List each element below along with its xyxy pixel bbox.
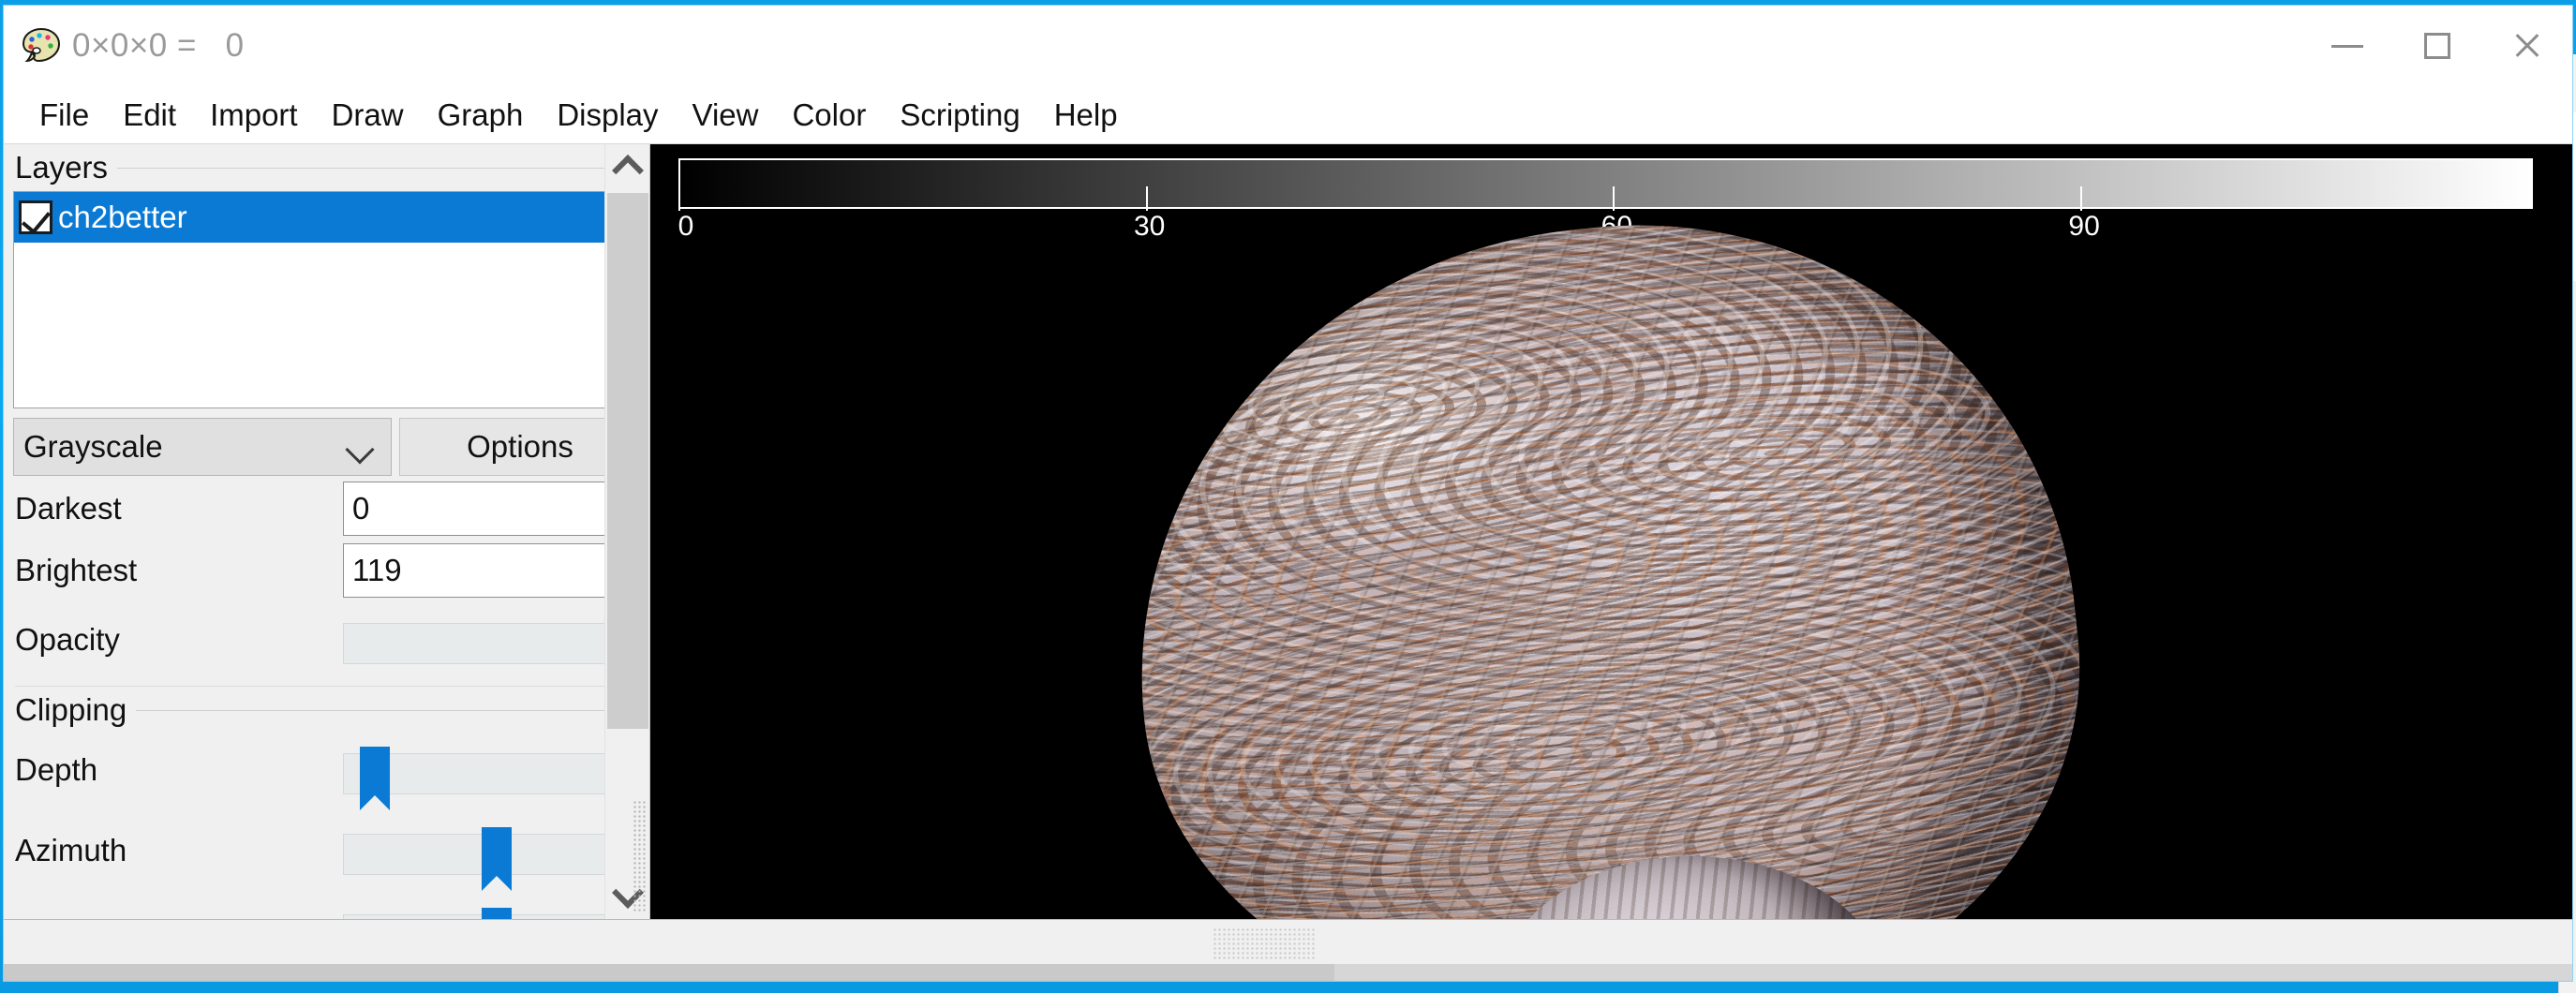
window-title: 0×0×0 = 0	[72, 27, 245, 64]
minimize-icon	[2331, 44, 2363, 48]
scrollbar-thumb[interactable]	[607, 193, 648, 729]
minimize-button[interactable]	[2302, 6, 2392, 86]
menu-item-color[interactable]: Color	[775, 96, 883, 135]
list-item[interactable]: ch2better	[14, 192, 640, 243]
brightest-label: Brightest	[15, 553, 138, 587]
menu-item-help[interactable]: Help	[1037, 96, 1135, 135]
darkest-label: Darkest	[15, 491, 122, 526]
layers-group-header: Layers	[4, 144, 649, 187]
control-panel: Layers ch2better Grayscale Options Darke…	[4, 144, 650, 919]
menu-item-display[interactable]: Display	[540, 96, 675, 135]
depth-row: Depth	[4, 730, 649, 810]
horizontal-scrollbar-thumb[interactable]	[4, 964, 1334, 981]
layers-list[interactable]: ch2better	[13, 191, 641, 408]
brain-cortex-mesh	[1097, 182, 2115, 919]
colormap-selected-label: Grayscale	[23, 429, 163, 464]
elevation-slider-thumb[interactable]	[482, 908, 512, 919]
options-button-label: Options	[467, 429, 573, 464]
menu-item-draw[interactable]: Draw	[315, 96, 421, 135]
colormap-select[interactable]: Grayscale	[13, 418, 393, 476]
darkest-row: Darkest 0	[4, 480, 649, 538]
brain-surface-render[interactable]	[650, 144, 2572, 919]
menu-item-graph[interactable]: Graph	[421, 96, 541, 135]
main-body: Layers ch2better Grayscale Options Darke…	[4, 144, 2572, 919]
opacity-row: Opacity	[4, 600, 649, 680]
layer-visibility-checkbox[interactable]	[19, 200, 52, 234]
menu-bar: File Edit Import Draw Graph Display View…	[4, 86, 2572, 144]
render-viewport[interactable]: 0 30 60 90	[650, 144, 2572, 919]
panel-splitter-grip[interactable]	[633, 800, 648, 912]
mricrogl-main-window: 0×0×0 = 0 File Edit Import Draw Graph Di…	[3, 5, 2573, 982]
status-bar-grip	[1213, 927, 1316, 959]
azimuth-row: Azimuth	[4, 810, 649, 891]
maximize-icon	[2424, 33, 2450, 59]
window-controls	[2302, 6, 2572, 86]
menu-item-view[interactable]: View	[676, 96, 776, 135]
cerebellum-mesh	[1494, 856, 1887, 919]
depth-slider-thumb[interactable]	[360, 747, 390, 810]
palette-icon	[20, 24, 63, 67]
layers-group-label: Layers	[15, 150, 109, 185]
azimuth-label: Azimuth	[15, 833, 127, 867]
brain-warm-tint	[1097, 182, 2115, 919]
title-bar: 0×0×0 = 0	[4, 6, 2572, 86]
desktop-background: 0×0×0 = 0 File Edit Import Draw Graph Di…	[0, 0, 2576, 993]
depth-label: Depth	[15, 752, 98, 787]
menu-item-edit[interactable]: Edit	[106, 96, 193, 135]
menu-item-file[interactable]: File	[22, 96, 106, 135]
status-bar	[4, 919, 2572, 981]
close-icon	[2512, 31, 2542, 61]
clipping-group-rule	[136, 709, 639, 711]
horizontal-scrollbar[interactable]	[4, 964, 2572, 981]
menu-item-scripting[interactable]: Scripting	[883, 96, 1036, 135]
elevation-row: Elevation	[4, 891, 649, 919]
opacity-label: Opacity	[15, 622, 120, 657]
azimuth-slider-thumb[interactable]	[482, 827, 512, 891]
menu-item-import[interactable]: Import	[193, 96, 315, 135]
cerebellum-folia-texture	[1494, 856, 1887, 919]
colormap-row: Grayscale Options	[13, 418, 641, 476]
layer-name-label: ch2better	[58, 200, 187, 234]
layers-group-rule	[117, 167, 639, 169]
chevron-up-icon	[612, 155, 644, 186]
clipping-group-label: Clipping	[15, 692, 127, 727]
chevron-down-icon	[345, 435, 375, 465]
close-button[interactable]	[2482, 6, 2572, 86]
clipping-group-header: Clipping	[4, 687, 649, 730]
scroll-up-button[interactable]	[605, 144, 649, 189]
brightest-row: Brightest 119	[4, 541, 649, 600]
maximize-button[interactable]	[2392, 6, 2482, 86]
